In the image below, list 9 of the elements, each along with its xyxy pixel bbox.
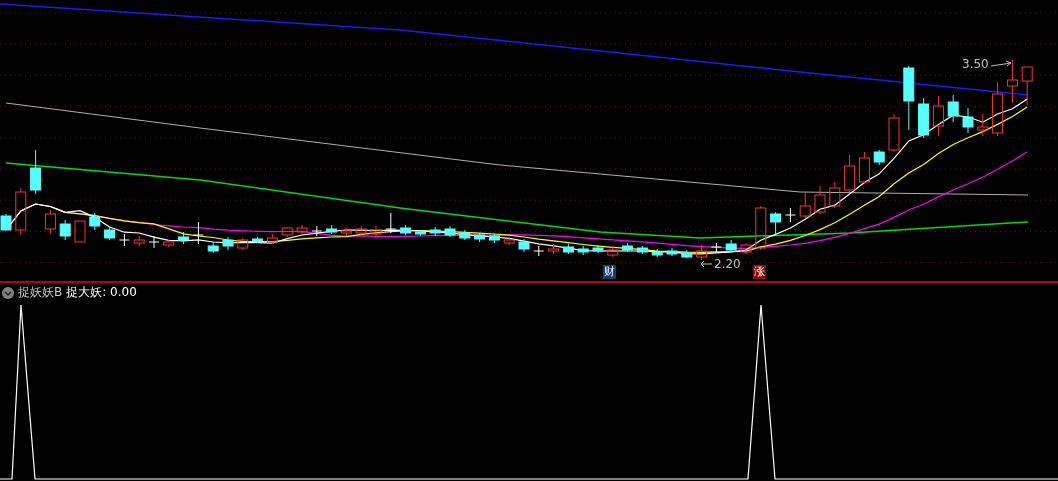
indicator-reading: 捉大妖: 0.00 [66, 284, 137, 301]
indicator-name[interactable]: 捉妖妖B [18, 284, 63, 301]
price-label: 2.20 [714, 257, 741, 271]
arrow-icon [700, 260, 712, 268]
event-marker[interactable]: 财 [603, 265, 616, 279]
price-label: 3.50 [962, 57, 989, 71]
arrow-icon [990, 60, 1013, 68]
event-marker[interactable]: 涨 [753, 265, 766, 279]
collapse-icon[interactable] [2, 286, 14, 299]
